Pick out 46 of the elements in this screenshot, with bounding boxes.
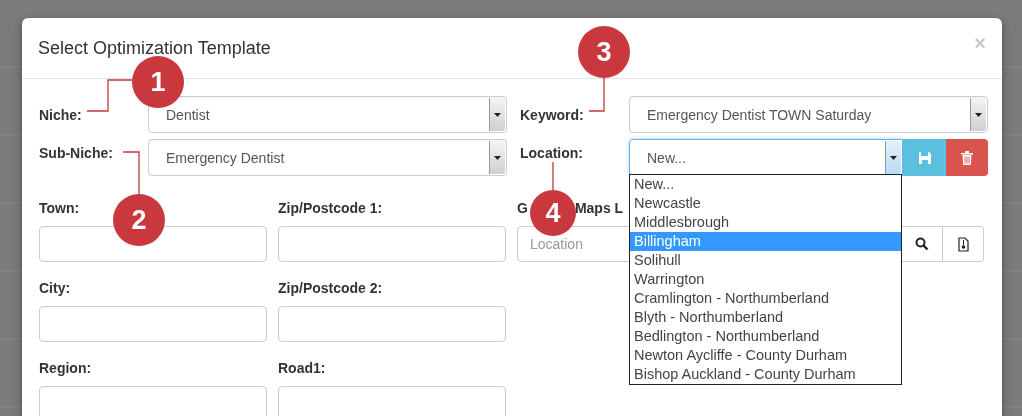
input-field[interactable] [39, 306, 267, 342]
caret-icon [494, 155, 501, 160]
save-button[interactable] [903, 139, 946, 176]
leader-line [122, 151, 140, 195]
leader-line [588, 77, 605, 112]
search-button[interactable] [902, 226, 943, 262]
trash-icon [960, 149, 974, 166]
field-label: Sub-Niche: [39, 144, 114, 161]
dropdown-option[interactable]: Bedlington - Northumberland [630, 327, 901, 346]
input-field[interactable] [278, 386, 506, 416]
dropdown-option[interactable]: Newton Aycliffe - County Durham [630, 346, 901, 365]
caret-icon [890, 155, 897, 160]
dropdown-option[interactable]: Middlesbrough [630, 213, 901, 232]
field-label: Zip/Postcode 1: [278, 200, 383, 218]
dropdown-option[interactable]: Cramlington - Northumberland [630, 289, 901, 308]
caret-icon [975, 112, 982, 117]
leader-line [552, 161, 554, 191]
input-field[interactable] [278, 226, 506, 262]
dialog-title: Select Optimization Template [38, 37, 271, 59]
file-icon [957, 236, 969, 252]
select-field[interactable]: Emergency Dentist TOWN Saturday [629, 96, 988, 133]
input-field[interactable] [39, 386, 267, 416]
select-field[interactable]: Emergency Dentist [148, 139, 507, 176]
file-button[interactable] [943, 226, 984, 262]
caret-icon [494, 112, 501, 117]
search-icon [915, 237, 929, 251]
dropdown-option[interactable]: New... [630, 175, 901, 194]
field-label: Road1: [278, 360, 326, 378]
delete-button[interactable] [946, 139, 988, 176]
field-label: G [517, 200, 528, 218]
dropdown-option[interactable]: Solihull [630, 251, 901, 270]
input-field[interactable] [278, 306, 506, 342]
leader-line [86, 79, 133, 112]
field-label: Keyword: [520, 106, 585, 123]
field-label: Zip/Postcode 2: [278, 280, 383, 298]
field-label: Location: [520, 144, 584, 161]
field-label: Region: [39, 360, 92, 378]
field-label: Niche: [39, 106, 83, 123]
select-field[interactable]: Dentist [148, 96, 507, 133]
field-label: Maps L [574, 200, 624, 218]
field-label: Town: [39, 200, 80, 218]
field-label: City: [39, 280, 71, 298]
dropdown-option[interactable]: Bishop Auckland - County Durham [630, 365, 901, 384]
dropdown-option[interactable]: Warrington [630, 270, 901, 289]
dropdown-option[interactable]: Blyth - Northumberland [630, 308, 901, 327]
dropdown-option[interactable]: Newcastle [630, 194, 901, 213]
